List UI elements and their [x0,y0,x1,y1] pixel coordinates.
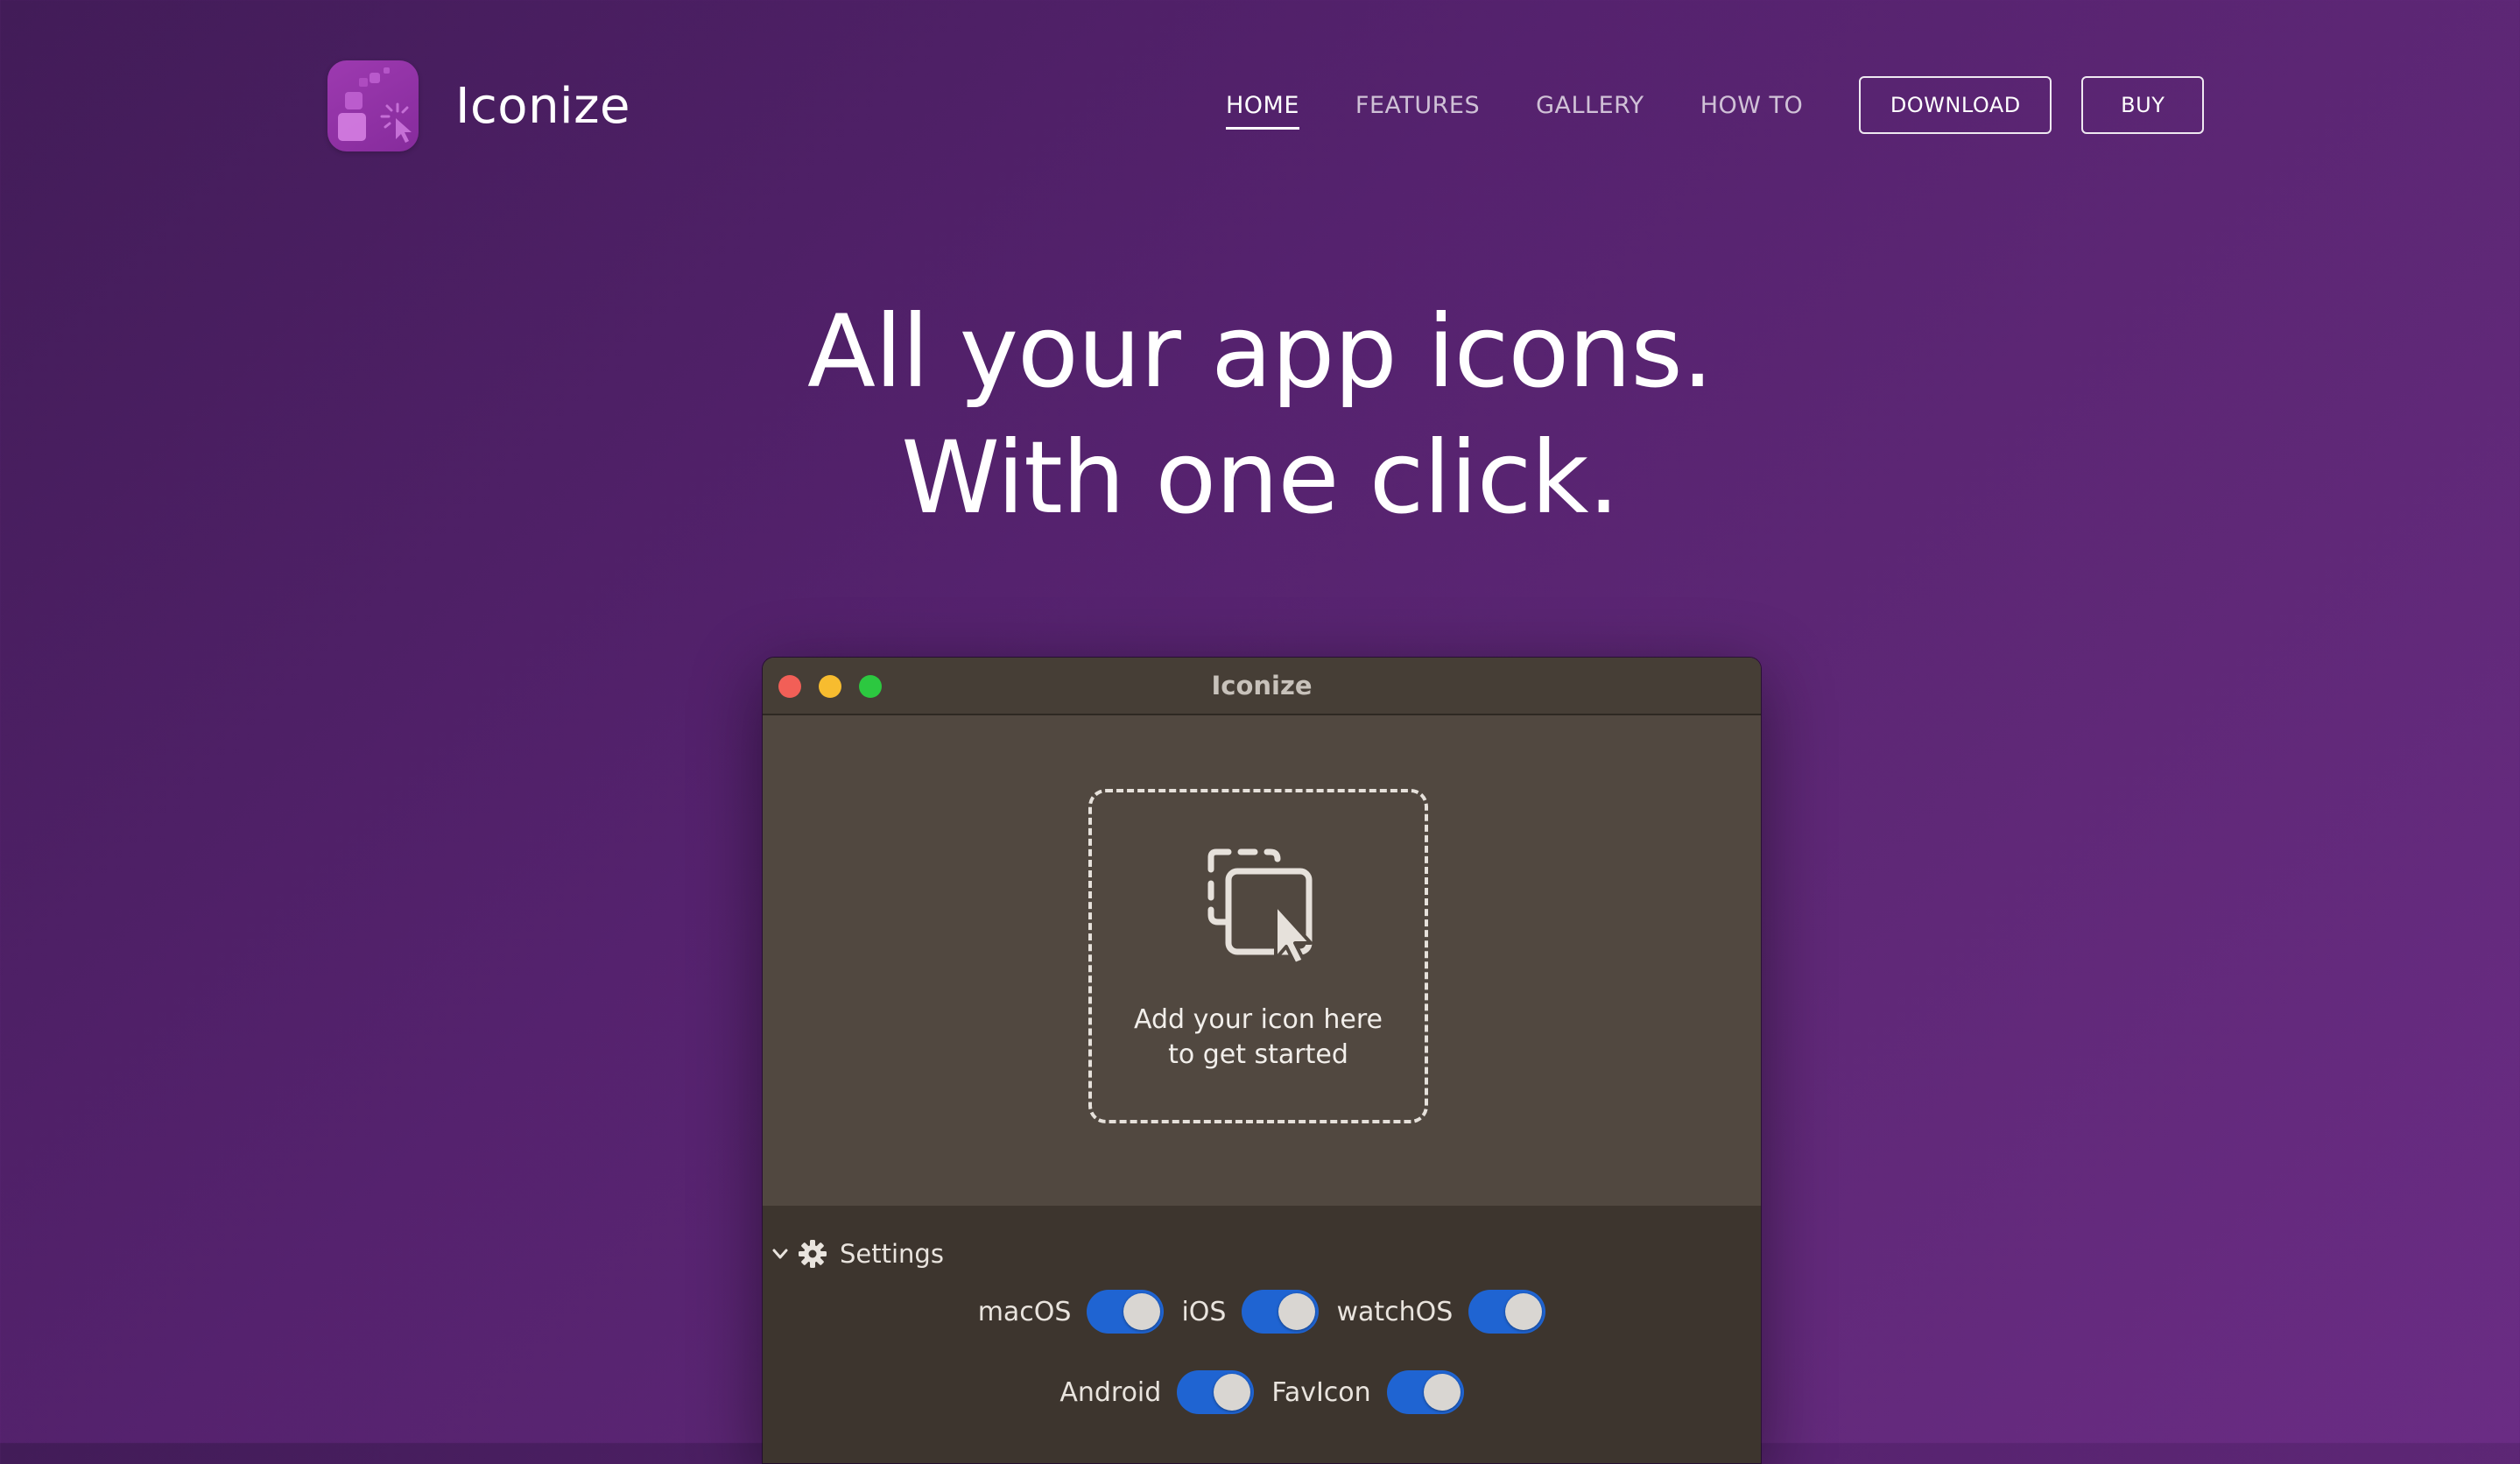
toggle-knob [1278,1293,1316,1330]
gear-icon [799,1240,827,1268]
nav-gallery[interactable]: GALLERY [1536,92,1644,119]
toggle-knob [1505,1293,1543,1330]
chevron-down-icon [772,1249,788,1259]
toggle-knob [1214,1374,1251,1411]
dropzone-text-line-2: to get started [1168,1039,1348,1070]
nav-features[interactable]: FEATURES [1355,92,1480,119]
settings-disclosure[interactable]: Settings [771,1239,944,1269]
toggle-row-1: macOS iOS watchOS [763,1290,1761,1334]
settings-label: Settings [840,1239,944,1269]
drop-cursor-icon [1204,847,1318,968]
option-label-macos: macOS [977,1296,1072,1327]
iconize-logo-icon[interactable] [327,60,419,151]
icon-dropzone[interactable]: Add your icon here to get started [1088,789,1428,1123]
buy-button[interactable]: BUY [2081,76,2205,134]
drop-area: Add your icon here to get started [763,715,1761,1206]
brand-name[interactable]: Iconize [455,78,630,135]
dropzone-text: Add your icon here to get started [1092,1003,1425,1073]
main-nav: HOME FEATURES GALLERY HOW TO DOWNLOAD BU… [1226,72,2205,138]
toggle-android[interactable] [1177,1370,1255,1414]
download-button[interactable]: DOWNLOAD [1859,76,2052,134]
option-label-ios: iOS [1181,1296,1227,1327]
toggle-watchos[interactable] [1468,1290,1546,1334]
option-label-favicon: FavIcon [1271,1376,1371,1408]
option-label-watchos: watchOS [1336,1296,1454,1327]
settings-panel: Settings macOS iOS watchOS Android FavIc… [763,1206,1761,1463]
window-title: Iconize [1211,671,1313,700]
toggle-macos[interactable] [1087,1290,1165,1334]
toggle-knob [1123,1293,1161,1330]
app-window: Iconize Add your icon here to get starte… [762,657,1762,1464]
brand[interactable]: Iconize [327,60,630,152]
window-titlebar[interactable]: Iconize [763,658,1761,715]
toggle-row-2: Android FavIcon [763,1370,1761,1414]
hero-line-2: With one click. [901,419,1619,536]
toggle-knob [1423,1374,1461,1411]
nav-how-to[interactable]: HOW TO [1700,92,1804,119]
toggle-favicon[interactable] [1386,1370,1464,1414]
dropzone-text-line-1: Add your icon here [1134,1004,1383,1035]
hero-line-1: All your app icons. [807,293,1714,410]
toggle-ios[interactable] [1242,1290,1320,1334]
hero-headline: All your app icons. With one click. [0,289,2520,541]
option-label-android: Android [1059,1376,1162,1408]
nav-home[interactable]: HOME [1226,92,1299,130]
